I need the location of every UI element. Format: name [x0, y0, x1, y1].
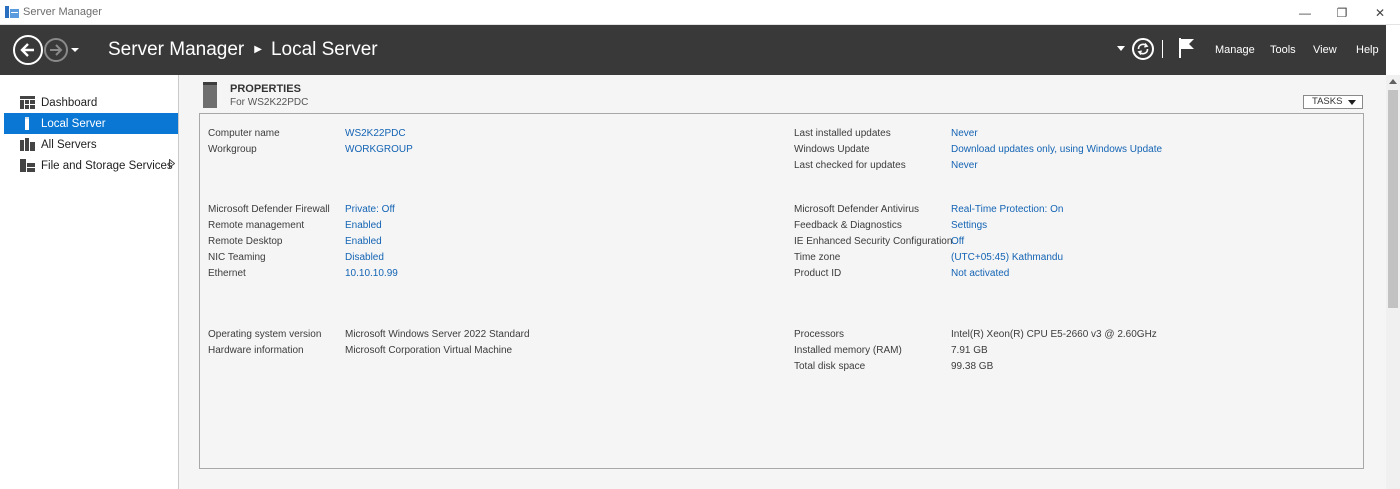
prop-value-last-installed-updates[interactable]: Never [951, 128, 978, 139]
sidebar-item-label: All Servers [41, 138, 97, 151]
breadcrumb-root[interactable]: Server Manager [108, 39, 244, 61]
prop-value-disk-space: 99.38 GB [951, 361, 994, 372]
prop-value-remote-management[interactable]: Enabled [345, 220, 382, 231]
prop-label-last-installed-updates: Last installed updates [794, 128, 891, 139]
prop-label-ethernet: Ethernet [208, 268, 246, 279]
vertical-scrollbar[interactable] [1386, 75, 1400, 489]
prop-value-workgroup[interactable]: WORKGROUP [345, 144, 413, 155]
prop-value-ie-esc[interactable]: Off [951, 236, 964, 247]
main-content: PROPERTIES For WS2K22PDC TASKS Computer … [179, 75, 1386, 489]
minimize-button[interactable]: — [1285, 0, 1325, 25]
prop-label-remote-management: Remote management [208, 220, 305, 231]
prop-label-feedback: Feedback & Diagnostics [794, 220, 902, 231]
back-arrow-icon [20, 43, 34, 57]
prop-value-computer-name[interactable]: WS2K22PDC [345, 128, 406, 139]
close-button[interactable]: ✕ [1360, 0, 1400, 25]
window-title: Server Manager [23, 6, 102, 18]
prop-value-memory: 7.91 GB [951, 345, 988, 356]
sidebar-item-all-servers[interactable]: All Servers [4, 134, 178, 155]
breadcrumb-separator-icon: ▶ [254, 43, 262, 55]
menu-view[interactable]: View [1313, 44, 1337, 56]
prop-label-hardware: Hardware information [208, 345, 304, 356]
prop-value-last-checked[interactable]: Never [951, 160, 978, 171]
restore-button[interactable]: ❐ [1322, 0, 1362, 25]
tasks-label: TASKS [1312, 96, 1343, 107]
sidebar-item-local-server[interactable]: Local Server [4, 113, 178, 134]
chevron-down-icon [1348, 100, 1356, 105]
tasks-dropdown[interactable]: TASKS [1303, 95, 1363, 109]
prop-label-product-id: Product ID [794, 268, 842, 279]
prop-label-firewall: Microsoft Defender Firewall [208, 204, 330, 215]
scroll-thumb[interactable] [1388, 90, 1398, 308]
prop-value-windows-update[interactable]: Download updates only, using Windows Upd… [951, 144, 1162, 155]
prop-value-time-zone[interactable]: (UTC+05:45) Kathmandu [951, 252, 1063, 263]
flag-icon[interactable] [1178, 37, 1196, 59]
breadcrumb-current: Local Server [270, 39, 378, 60]
prop-label-disk-space: Total disk space [794, 361, 866, 372]
prop-value-os-version: Microsoft Windows Server 2022 Standard [345, 329, 530, 340]
prop-label-ie-esc: IE Enhanced Security Configuration [794, 236, 953, 247]
server-icon [203, 82, 217, 108]
header-divider [1162, 40, 1163, 58]
prop-value-antivirus[interactable]: Real-Time Protection: On [951, 204, 1063, 215]
sidebar-item-dashboard[interactable]: Dashboard [4, 92, 178, 113]
scroll-up-icon[interactable] [1389, 79, 1397, 84]
sidebar-item-label: File and Storage Services [41, 159, 173, 172]
prop-value-firewall[interactable]: Private: Off [345, 204, 395, 215]
prop-label-windows-update: Windows Update [794, 144, 870, 155]
prop-label-antivirus: Microsoft Defender Antivirus [794, 204, 920, 215]
all-servers-icon [20, 138, 35, 151]
prop-value-product-id[interactable]: Not activated [951, 268, 1009, 279]
storage-icon [20, 159, 35, 172]
expand-arrow-icon[interactable] [169, 159, 175, 168]
menu-manage[interactable]: Manage [1215, 44, 1255, 56]
forward-arrow-icon [50, 44, 63, 56]
prop-label-computer-name: Computer name [208, 128, 280, 139]
back-button[interactable] [13, 35, 43, 65]
prop-value-remote-desktop[interactable]: Enabled [345, 236, 382, 247]
prop-label-workgroup: Workgroup [208, 144, 257, 155]
chevron-down-icon[interactable] [70, 46, 80, 54]
menu-tools[interactable]: Tools [1270, 44, 1296, 56]
local-server-icon [25, 117, 29, 130]
sidebar-item-file-storage[interactable]: File and Storage Services [4, 155, 178, 176]
sidebar-item-label: Dashboard [41, 96, 98, 109]
prop-label-remote-desktop: Remote Desktop [208, 236, 283, 247]
forward-button[interactable] [44, 38, 68, 62]
properties-subtitle: For WS2K22PDC [230, 97, 309, 108]
properties-panel: Computer name WS2K22PDC Workgroup WORKGR… [199, 113, 1364, 469]
prop-label-processors: Processors [794, 329, 845, 340]
refresh-icon [1137, 43, 1149, 55]
notifications-dropdown-icon[interactable] [1117, 46, 1125, 52]
prop-label-os-version: Operating system version [208, 329, 322, 340]
sidebar-item-label: Local Server [41, 117, 106, 130]
prop-label-last-checked: Last checked for updates [794, 160, 906, 171]
properties-title: PROPERTIES [230, 83, 301, 95]
prop-value-hardware: Microsoft Corporation Virtual Machine [345, 345, 513, 356]
prop-value-ethernet[interactable]: 10.10.10.99 [345, 268, 398, 279]
title-bar: Server Manager — ❐ ✕ [0, 0, 1400, 25]
breadcrumb: Server Manager ▶ Local Server [108, 39, 378, 61]
prop-value-feedback[interactable]: Settings [951, 220, 987, 231]
prop-value-nic-teaming[interactable]: Disabled [345, 252, 384, 263]
refresh-button[interactable] [1132, 38, 1154, 60]
prop-label-memory: Installed memory (RAM) [794, 345, 902, 356]
prop-value-processors: Intel(R) Xeon(R) CPU E5-2660 v3 @ 2.60GH… [951, 329, 1157, 340]
server-manager-app-icon [5, 6, 19, 18]
sidebar: Dashboard Local Server All Servers File … [0, 75, 179, 489]
dashboard-icon [20, 96, 35, 109]
prop-label-time-zone: Time zone [794, 252, 841, 263]
menu-help[interactable]: Help [1356, 44, 1379, 56]
prop-label-nic-teaming: NIC Teaming [208, 252, 266, 263]
